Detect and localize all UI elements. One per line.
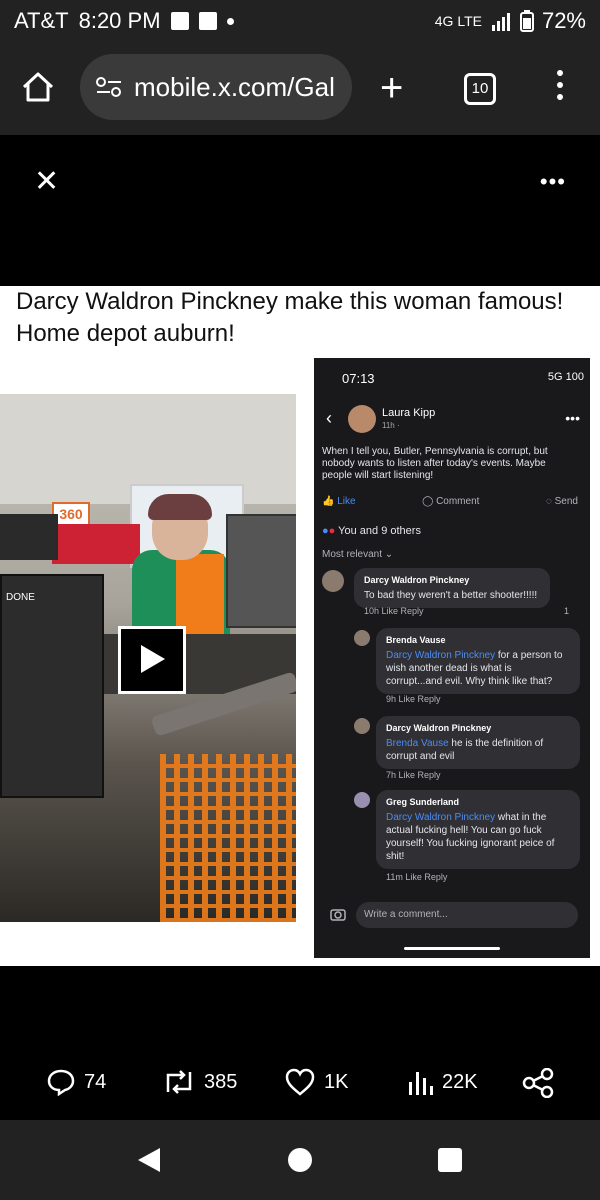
- browser-toolbar: mobile.x.com/Gal + 10: [0, 40, 600, 135]
- system-navigation-bar: [0, 1120, 600, 1200]
- comment-sort: Most relevant ⌄: [322, 549, 394, 560]
- commenter-name: Greg Sunderland: [386, 797, 460, 807]
- clock: 8:20 PM: [78, 8, 161, 33]
- post-actions: 👍 Like ◯ Comment ◌ Send: [322, 496, 578, 507]
- commenter-name: Darcy Waldron Pinckney: [386, 723, 492, 733]
- reaction-count: 1: [564, 606, 570, 616]
- close-icon[interactable]: ✕: [34, 167, 59, 197]
- recents-icon[interactable]: [438, 1148, 462, 1172]
- video-sign-text: DONE: [6, 592, 35, 603]
- repost-count: 385: [204, 1070, 238, 1093]
- media-viewer-header: ✕ •••: [0, 135, 600, 286]
- avatar: [354, 630, 370, 646]
- mention-link: Darcy Waldron Pinckney: [386, 812, 496, 823]
- avatar: [354, 792, 370, 808]
- comment-input: Write a comment...: [356, 902, 578, 928]
- screenshot-time: 07:13: [342, 371, 375, 386]
- browser-menu-icon[interactable]: [550, 70, 570, 100]
- reply-button[interactable]: 74: [46, 1068, 106, 1096]
- heart-icon: [285, 1068, 315, 1096]
- site-settings-icon[interactable]: [96, 77, 122, 97]
- post-author: Laura Kipp: [382, 407, 436, 419]
- share-button[interactable]: [522, 1068, 554, 1098]
- repost-button[interactable]: 385: [162, 1068, 237, 1096]
- comment: Greg Sunderland Darcy Waldron Pinckney w…: [354, 790, 584, 892]
- repost-icon: [166, 1070, 192, 1094]
- share-icon: [522, 1068, 554, 1098]
- post-caption: Darcy Waldron Pinckney make this woman f…: [16, 288, 564, 347]
- home-button-icon[interactable]: [288, 1148, 312, 1172]
- comment-text: To bad they weren't a better shooter!!!!…: [364, 590, 538, 601]
- view-count: 22K: [442, 1070, 478, 1093]
- gallery-icon: [170, 12, 189, 30]
- mention-link: Darcy Waldron Pinckney: [386, 650, 496, 661]
- comment-composer: Write a comment...: [320, 898, 584, 932]
- back-icon[interactable]: [136, 1146, 162, 1174]
- avatar: [322, 570, 344, 592]
- post-time: 11h ·: [382, 421, 400, 430]
- post-action-bar: 74 385 1K 22K: [0, 1060, 600, 1104]
- battery-icon: [519, 10, 534, 32]
- commenter-name: Darcy Waldron Pinckney: [364, 575, 470, 585]
- reply-count: 74: [84, 1070, 107, 1093]
- analytics-icon: [409, 1072, 433, 1095]
- like-action: 👍 Like: [322, 496, 356, 507]
- comment-action: ◯ Comment: [422, 496, 480, 507]
- shopping-cart: [160, 754, 296, 922]
- like-count: 1K: [324, 1070, 349, 1093]
- address-bar[interactable]: mobile.x.com/Gal: [80, 54, 352, 120]
- new-tab-button[interactable]: +: [380, 68, 403, 108]
- home-icon[interactable]: [20, 71, 56, 103]
- comment-meta: 11m Like Reply: [386, 872, 448, 882]
- comment: Darcy Waldron Pinckney To bad they weren…: [322, 568, 584, 620]
- post-media: Darcy Waldron Pinckney make this woman f…: [0, 286, 600, 966]
- back-chevron-icon: ‹: [326, 408, 332, 428]
- notification-dot-icon: [226, 17, 234, 25]
- url-text: mobile.x.com/Gal: [134, 72, 335, 102]
- network-type: 4G LTE: [434, 13, 482, 29]
- post-menu-icon: •••: [565, 410, 580, 426]
- comment: Darcy Waldron Pinckney Brenda Vause he i…: [354, 716, 584, 788]
- more-options-icon[interactable]: •••: [540, 169, 566, 195]
- video-player[interactable]: 360 DONE: [0, 394, 296, 922]
- comment-meta: 7h Like Reply: [386, 770, 441, 780]
- camera-icon: [330, 909, 346, 921]
- comment-meta: 9h Like Reply: [386, 694, 441, 704]
- reactions-summary: ●● You and 9 others: [322, 525, 421, 537]
- signal-icon: [491, 13, 510, 31]
- reply-icon: [47, 1069, 75, 1096]
- send-action: ◌ Send: [545, 496, 578, 507]
- like-button[interactable]: 1K: [284, 1068, 348, 1096]
- facebook-screenshot: 07:13 5G 100 ‹ Laura Kipp 11h · ••• When…: [314, 358, 590, 958]
- views-button[interactable]: 22K: [408, 1068, 478, 1096]
- play-icon: [141, 645, 165, 673]
- document-icon: [198, 12, 217, 30]
- carrier-label: AT&T: [14, 8, 69, 33]
- mention-link: Brenda Vause: [386, 738, 449, 749]
- status-bar: AT&T 8:20 PM 4G LTE 72%: [0, 0, 600, 40]
- tab-switcher-button[interactable]: 10: [464, 73, 496, 105]
- comment-meta: 10h Like Reply: [364, 606, 424, 616]
- commenter-name: Brenda Vause: [386, 635, 446, 645]
- post-text: When I tell you, Butler, Pennsylvania is…: [322, 446, 548, 481]
- avatar: [348, 405, 376, 433]
- comment: Brenda Vause Darcy Waldron Pinckney for …: [354, 628, 584, 710]
- avatar: [354, 718, 370, 734]
- play-button[interactable]: [118, 626, 186, 694]
- screenshot-status: 5G 100: [547, 371, 584, 383]
- battery-level: 72%: [541, 8, 586, 33]
- home-indicator: [404, 947, 500, 950]
